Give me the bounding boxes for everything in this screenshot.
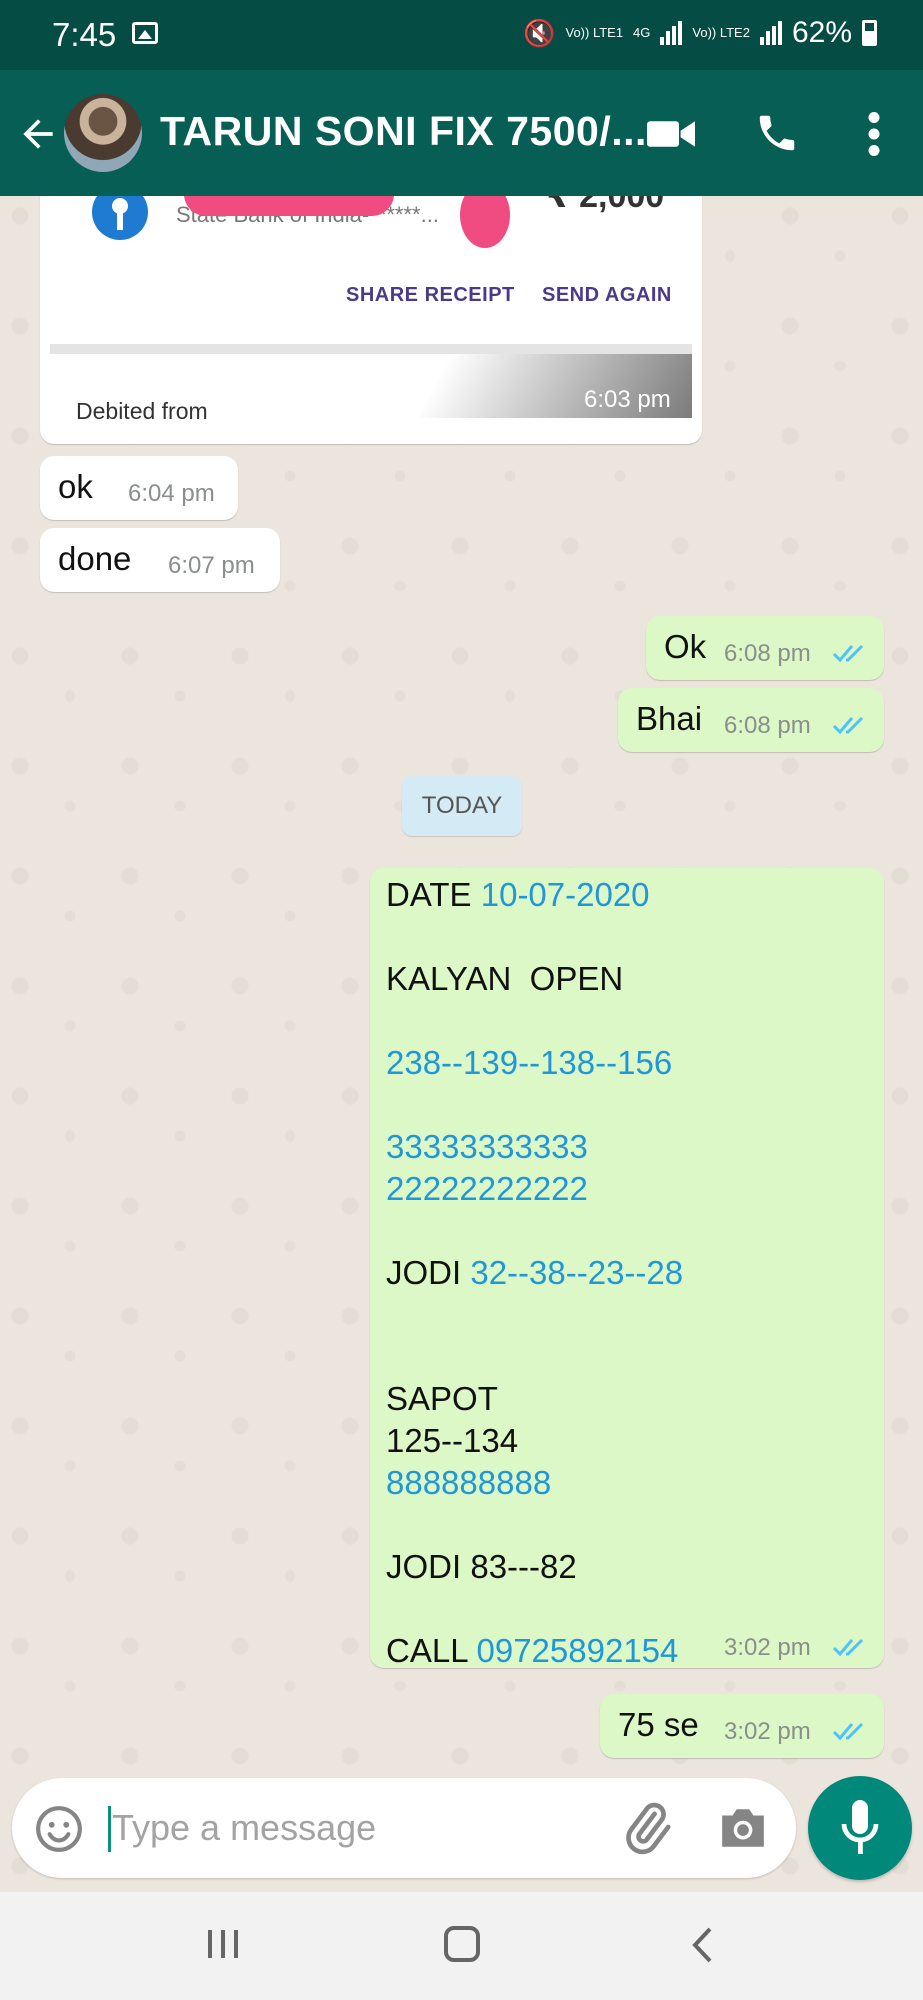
send-again-button[interactable]: SEND AGAIN — [542, 284, 672, 307]
signal-icon — [660, 21, 683, 45]
message-input[interactable] — [112, 1802, 582, 1854]
phone-link[interactable]: 09725892154 — [477, 1632, 679, 1669]
home-icon[interactable] — [444, 1926, 480, 1962]
nav-back-icon[interactable] — [690, 1926, 714, 1964]
read-ticks-icon — [832, 716, 864, 735]
message-text: DATE 10-07-2020 KALYAN OPEN 238--139--13… — [386, 874, 683, 1672]
message-text: ok — [58, 468, 93, 505]
contact-name[interactable]: TARUN SONI FIX 7500/... — [160, 108, 647, 155]
status-indicators: 🔇 Vo)) LTE1 4G Vo)) LTE2 62% — [523, 16, 877, 50]
redaction-mark — [184, 196, 394, 216]
outgoing-message[interactable]: DATE 10-07-2020 KALYAN OPEN 238--139--13… — [370, 868, 884, 1669]
number-link[interactable]: 888888888 — [386, 1462, 683, 1504]
payment-card-message[interactable]: State Bank of India-******... ₹ 2,000 SH… — [40, 196, 702, 444]
number-link[interactable]: 33333333333 — [386, 1126, 683, 1168]
battery-icon — [862, 20, 877, 46]
bank-logo-icon — [92, 196, 148, 240]
status-bar: 7:45 🔇 Vo)) LTE1 4G Vo)) LTE2 62% — [0, 0, 923, 70]
jodi-label: JODI — [386, 1254, 462, 1291]
back-arrow-icon[interactable] — [16, 112, 60, 156]
sim2-label: Vo)) LTE2 — [692, 25, 750, 40]
message-time: 6:08 pm — [724, 712, 811, 739]
mic-icon — [841, 1800, 879, 1854]
payment-amount: ₹ 2,000 — [546, 196, 665, 215]
chat-area[interactable]: State Bank of India-******... ₹ 2,000 SH… — [0, 196, 923, 1896]
emoji-icon[interactable] — [34, 1804, 84, 1854]
redaction-mark — [460, 196, 510, 248]
phone-icon[interactable] — [754, 110, 800, 156]
chat-header: TARUN SONI FIX 7500/... — [0, 70, 923, 196]
video-call-icon[interactable] — [646, 118, 696, 150]
market-line: KALYAN OPEN — [386, 960, 624, 997]
read-ticks-icon — [832, 1722, 864, 1741]
mic-button[interactable] — [808, 1776, 912, 1880]
read-ticks-icon — [832, 1638, 864, 1657]
network-label: 4G — [633, 25, 651, 40]
system-nav-bar — [0, 1892, 923, 2000]
signal-2-icon — [759, 21, 782, 45]
jodi-link[interactable]: 32--38--23--28 — [470, 1254, 683, 1291]
read-ticks-icon — [832, 644, 864, 663]
message-time: 3:02 pm — [724, 1634, 811, 1661]
outgoing-message[interactable]: Ok 6:08 pm — [646, 616, 884, 680]
message-time: 6:03 pm — [584, 386, 671, 413]
sapot-line: SAPOT — [386, 1380, 498, 1417]
message-time: 3:02 pm — [724, 1718, 811, 1745]
message-text: 75 se — [618, 1706, 699, 1743]
message-time: 6:07 pm — [168, 552, 255, 579]
date-divider: TODAY — [402, 776, 522, 836]
message-time: 6:08 pm — [724, 640, 811, 667]
incoming-message[interactable]: done 6:07 pm — [40, 528, 280, 592]
mute-icon: 🔇 — [523, 17, 556, 48]
outgoing-message[interactable]: Bhai 6:08 pm — [618, 688, 884, 752]
avatar[interactable] — [64, 94, 142, 172]
message-text: Ok — [664, 628, 707, 665]
message-text: done — [58, 540, 132, 577]
card-divider — [50, 344, 692, 354]
sapot-panna-line: 125--134 — [386, 1422, 519, 1459]
call-label: CALL — [386, 1632, 468, 1669]
message-composer — [12, 1778, 796, 1878]
panna-link[interactable]: 238--139--138--156 — [386, 1042, 683, 1084]
attach-icon[interactable] — [618, 1800, 674, 1856]
status-time: 7:45 — [52, 16, 117, 53]
number-link[interactable]: 22222222222 — [386, 1168, 683, 1210]
date-link[interactable]: 10-07-2020 — [481, 876, 650, 913]
gallery-notification-icon — [132, 22, 158, 44]
share-receipt-button[interactable]: SHARE RECEIPT — [346, 284, 515, 307]
message-text: Bhai — [636, 700, 703, 737]
more-vert-icon[interactable] — [868, 112, 880, 156]
recent-apps-icon[interactable] — [206, 1928, 240, 1960]
jodi2-line: JODI 83---82 — [386, 1548, 577, 1585]
incoming-message[interactable]: ok 6:04 pm — [40, 456, 238, 520]
camera-icon[interactable] — [718, 1804, 768, 1852]
battery-percent: 62% — [791, 16, 852, 49]
text-caret — [108, 1806, 111, 1852]
date-label: DATE — [386, 876, 472, 913]
message-time: 6:04 pm — [128, 480, 215, 507]
outgoing-message[interactable]: 75 se 3:02 pm — [600, 1694, 884, 1758]
debited-from-label: Debited from — [76, 398, 208, 424]
sim1-label: Vo)) LTE1 — [565, 25, 624, 40]
